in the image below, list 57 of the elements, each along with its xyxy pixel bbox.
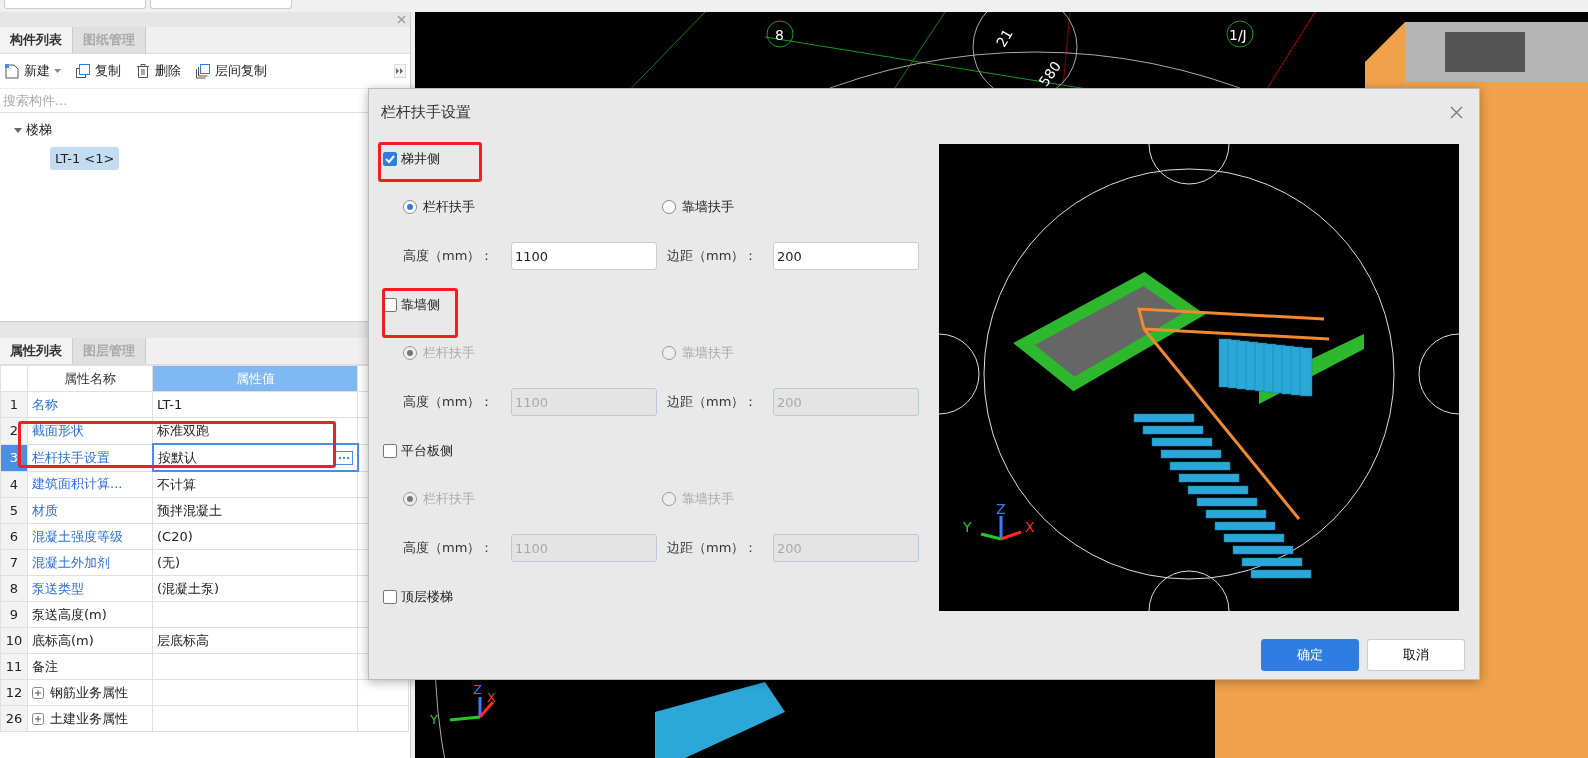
row-number: 8: [0, 575, 28, 602]
property-name: 底标高(m): [27, 627, 153, 654]
radio-label: 栏杆扶手: [423, 490, 475, 508]
axis-label: X: [487, 690, 496, 705]
column-header: 属性值: [152, 365, 358, 392]
field-label: 边距（mm）：: [666, 393, 759, 411]
property-value: LT-1: [152, 391, 358, 418]
row-number: 12: [0, 679, 28, 706]
property-value: (C20): [152, 523, 358, 550]
field-label: 边距（mm）：: [666, 247, 759, 265]
field-label: 高度（mm）：: [403, 247, 495, 265]
column-header: 属性名称: [27, 365, 153, 392]
property-name: 名称: [27, 391, 153, 418]
row-number: 6: [0, 523, 28, 550]
property-value: 层底标高: [152, 627, 358, 654]
field-label: 高度（mm）：: [403, 539, 495, 557]
property-value: (无): [152, 549, 358, 576]
checkbox-label: 靠墙侧: [401, 296, 440, 314]
field-label: 高度（mm）：: [403, 393, 495, 411]
grid-label: 8: [775, 27, 784, 43]
checkbox-label: 顶层楼梯: [401, 588, 453, 606]
row-number: 9: [0, 601, 28, 628]
checkbox-label: 梯井侧: [401, 150, 440, 168]
property-value: (混凝土泵): [152, 575, 358, 602]
property-name: 混凝土外加剂: [27, 549, 153, 576]
axis-label: Z: [996, 501, 1006, 517]
grid-label: 1/J: [1229, 27, 1247, 43]
property-name: 土建业务属性: [27, 705, 153, 732]
property-name: 泵送高度(m): [27, 601, 153, 628]
property-value: 不计算: [152, 471, 358, 498]
row-number: 5: [0, 497, 28, 524]
row-number: 11: [0, 653, 28, 680]
row-number: 1: [0, 391, 28, 418]
row-number: 7: [0, 549, 28, 576]
property-value: 预拌混凝土: [152, 497, 358, 524]
checkbox-label: 平台板侧: [401, 442, 453, 460]
property-name: 混凝土强度等级: [27, 523, 153, 550]
property-name: 材质: [27, 497, 153, 524]
radio-label: 栏杆扶手: [423, 198, 475, 216]
axis-label: Y: [963, 519, 972, 535]
row-number: 26: [0, 705, 28, 732]
radio-label: 靠墙扶手: [682, 344, 734, 362]
axis-label: X: [1025, 519, 1035, 535]
property-name: 钢筋业务属性: [27, 679, 153, 706]
radio-label: 靠墙扶手: [682, 490, 734, 508]
radio-label: 靠墙扶手: [682, 198, 734, 216]
row-number: 4: [0, 471, 28, 498]
row-number: 10: [0, 627, 28, 654]
radio-label: 栏杆扶手: [423, 344, 475, 362]
axis-label: Y: [430, 712, 438, 727]
property-name: 泵送类型: [27, 575, 153, 602]
grid-label: 21: [993, 26, 1016, 50]
field-label: 边距（mm）：: [666, 539, 759, 557]
property-name: 截面形状: [27, 417, 153, 444]
property-name: 备注: [27, 653, 153, 680]
property-name: 建筑面积计算...: [27, 471, 153, 498]
axis-label: Z: [473, 682, 482, 697]
